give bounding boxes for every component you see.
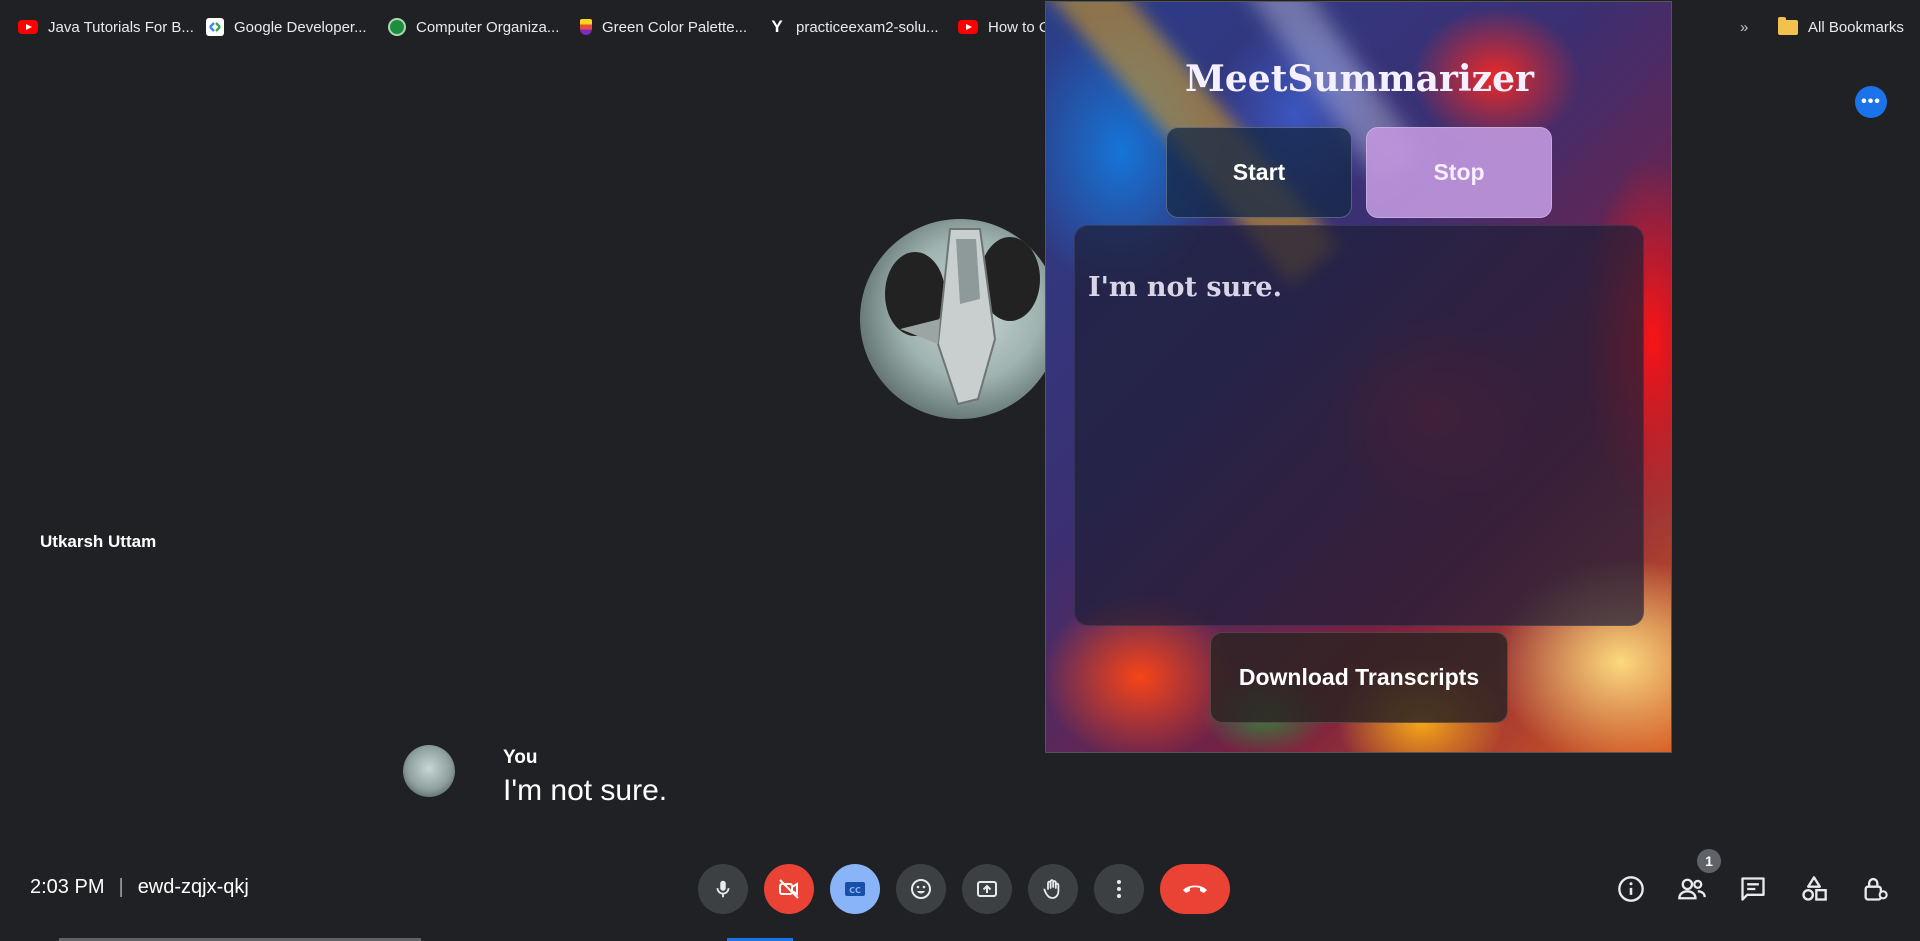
overflow-chevron-icon: » [1740, 18, 1749, 36]
meeting-info-button[interactable] [1614, 868, 1648, 910]
camera-off-button[interactable] [764, 864, 814, 914]
participant-avatar [860, 219, 1060, 419]
course-icon [388, 18, 406, 36]
more-dots-icon: ••• [1861, 93, 1881, 110]
caption-speaker-avatar [403, 745, 455, 797]
all-bookmarks-button[interactable]: All Bookmarks [1778, 16, 1904, 37]
bookmark-label: Google Developer... [234, 18, 367, 36]
folder-icon [1778, 16, 1798, 35]
present-screen-button[interactable] [962, 864, 1012, 914]
people-icon [1678, 878, 1706, 900]
present-icon [977, 881, 997, 897]
jet-photo-icon [885, 228, 1040, 406]
chat-button[interactable] [1736, 868, 1770, 910]
all-bookmarks-label: All Bookmarks [1808, 18, 1904, 36]
youtube-icon [18, 20, 38, 34]
bookmark-green-color-palette[interactable]: Green Color Palette... [580, 17, 747, 37]
activities-button[interactable] [1797, 868, 1831, 910]
video-off-icon [779, 879, 799, 899]
caption-text: I'm not sure. [503, 774, 668, 807]
stop-button[interactable]: Stop [1366, 127, 1552, 218]
bookmark-how-to[interactable]: How to C [958, 17, 1050, 37]
bookmark-google-developer[interactable]: Google Developer... [206, 17, 367, 37]
bookmark-label: Computer Organiza... [416, 18, 560, 36]
captions-button[interactable]: CC [830, 864, 880, 914]
bookmark-practiceexam[interactable]: Y practiceexam2-solu... [768, 17, 939, 37]
palette-icon [580, 19, 592, 35]
info-icon [1618, 876, 1644, 902]
google-developers-icon [206, 18, 224, 36]
bookmarks-overflow-button[interactable]: » [1740, 17, 1748, 37]
bookmark-label: Green Color Palette... [602, 18, 748, 36]
caption-speaker-name: You [503, 747, 538, 768]
lock-person-icon [1864, 877, 1888, 901]
separator: | [118, 876, 124, 898]
download-transcripts-button[interactable]: Download Transcripts [1210, 632, 1508, 723]
chat-icon [1741, 877, 1765, 901]
bookmark-label: practiceexam2-solu... [796, 18, 939, 36]
bookmark-computer-organization[interactable]: Computer Organiza... [388, 17, 559, 37]
call-controls: CC [698, 864, 1230, 914]
hang-up-icon [1183, 885, 1207, 893]
participant-name-tag: Utkarsh Uttam [40, 532, 157, 551]
host-controls-button[interactable] [1858, 868, 1892, 910]
leave-call-button[interactable] [1160, 864, 1230, 914]
raise-hand-button[interactable] [1028, 864, 1078, 914]
shapes-icon [1802, 876, 1827, 901]
closed-captions-icon: CC [845, 882, 865, 896]
y-icon: Y [771, 17, 783, 36]
microphone-icon [716, 880, 730, 898]
more-actions-button[interactable] [1094, 864, 1144, 914]
extension-title: MeetSummarizer [1185, 58, 1534, 100]
bookmark-label: Java Tutorials For B... [48, 18, 194, 36]
hand-icon [1043, 879, 1060, 899]
microphone-button[interactable] [698, 864, 748, 914]
emoji-reaction-button[interactable] [896, 864, 946, 914]
bookmark-label: How to C [988, 18, 1050, 36]
participants-count-badge: 1 [1697, 849, 1721, 873]
meetsummarizer-popup: MeetSummarizer Start Stop I'm not sure. … [1045, 1, 1672, 753]
bookmark-java-tutorials[interactable]: Java Tutorials For B... [18, 17, 194, 37]
svg-text:CC: CC [849, 886, 861, 895]
vertical-dots-icon [1117, 880, 1121, 898]
start-button[interactable]: Start [1166, 127, 1352, 218]
people-button[interactable] [1675, 868, 1709, 910]
youtube-icon [958, 20, 978, 34]
transcript-text: I'm not sure. [1088, 272, 1283, 303]
meeting-details: 2:03 PM | ewd-zqjx-qkj [30, 876, 249, 899]
meeting-side-actions [1614, 868, 1892, 910]
meeting-code: ewd-zqjx-qkj [137, 876, 249, 898]
meeting-time: 2:03 PM [30, 876, 105, 898]
transcript-box: I'm not sure. [1074, 225, 1644, 626]
more-options-button[interactable]: ••• [1855, 86, 1887, 118]
smiley-icon [911, 879, 931, 899]
